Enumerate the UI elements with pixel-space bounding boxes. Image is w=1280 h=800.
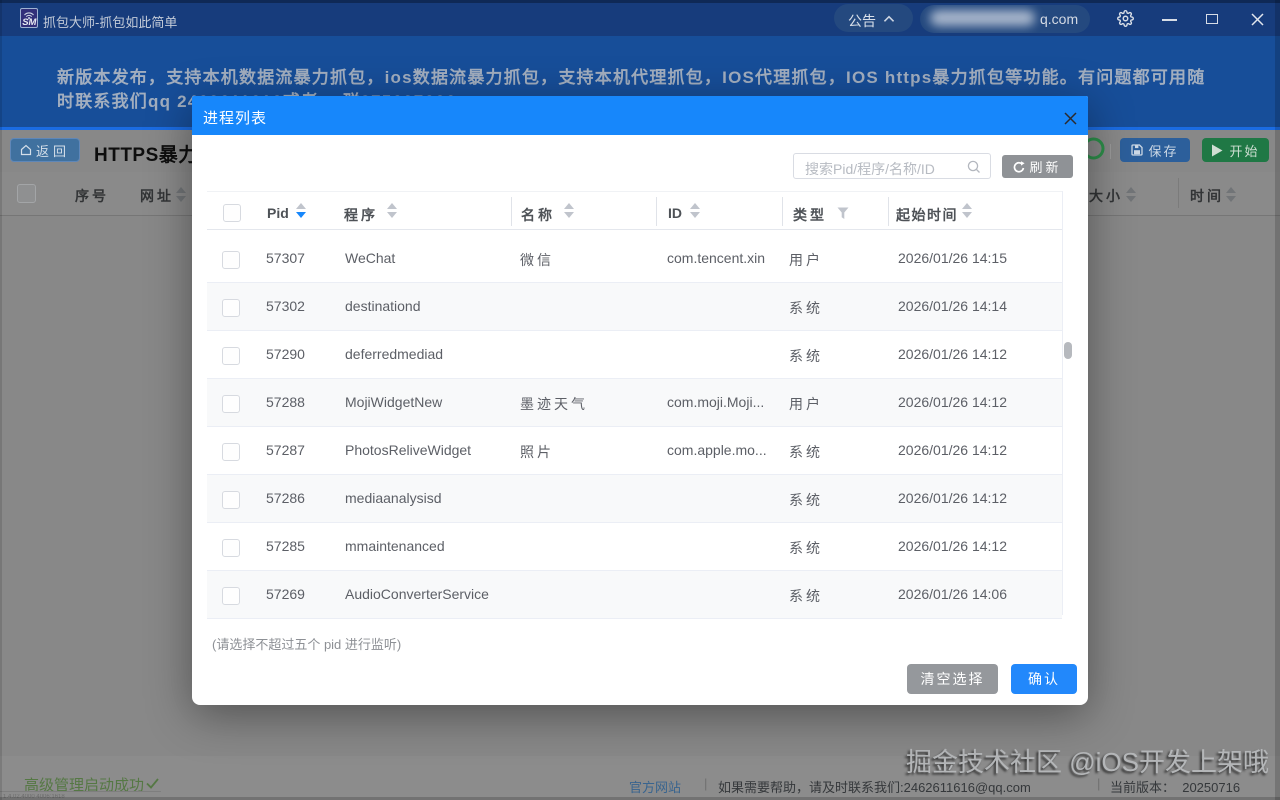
svg-text:SM: SM bbox=[22, 17, 37, 28]
